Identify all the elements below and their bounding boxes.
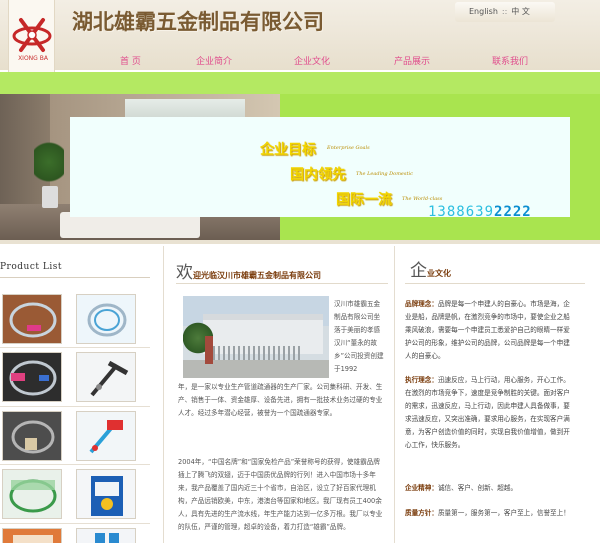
lang-english-link[interactable]: English	[469, 7, 498, 16]
culture-divider	[405, 283, 585, 284]
culture-brand-text: 品牌是每一个申建人的自豪心。市场是海，企业是船，品牌是帆，在激烈竞争的市场中，要…	[405, 300, 570, 360]
language-switcher: English:: 中 文	[455, 2, 555, 22]
culture-execution-text: 迅速反应，马上行动，用心服务，开心工作。在激烈的市场竞争下，速度是竞争制胜的关键…	[405, 376, 570, 449]
main-nav: 首 页 企业简介 企业文化 产品展示 联系我们	[60, 54, 600, 68]
column-divider-left	[163, 246, 164, 543]
nav-home[interactable]: 首 页	[120, 54, 141, 67]
slogan-domestic-en: The Leading Domestic	[356, 171, 413, 177]
logo-text: XIONG BA	[18, 55, 48, 62]
nav-culture[interactable]: 企业文化	[294, 54, 330, 67]
culture-big-char: 企	[410, 261, 427, 281]
intro-paragraph-1: 年，是一家以专业生产管道疏通器的生产厂家。公司集科研、开发、生产、销售于一体、资…	[178, 383, 383, 417]
nav-products[interactable]: 产品展示	[394, 54, 430, 67]
hero-banner: 企业目标 Enterprise Goals 国内领先 The Leading D…	[0, 72, 600, 240]
phone-number: 13886392222	[428, 204, 532, 220]
product-list-sidebar: Product List	[0, 244, 160, 543]
intro-side-text: 汉川市雄霸五金制品有限公司坐落于美丽的孝感汉川“董永的故乡”公司投资创建于199…	[334, 300, 384, 373]
product-thumb-1[interactable]	[2, 294, 62, 344]
phone-part-1: 1388639	[428, 204, 495, 220]
product-thumb-4[interactable]	[76, 352, 136, 402]
product-thumb-7[interactable]	[2, 469, 62, 519]
slogan-goal-en: Enterprise Goals	[327, 145, 370, 151]
welcome-heading: 欢迎光临汉川市雄霸五金制品有限公司	[176, 258, 321, 283]
culture-spirit-label: 企业精神：	[405, 484, 438, 492]
logo[interactable]: XIONG BA	[8, 0, 55, 78]
factory-photo	[183, 296, 329, 378]
phone-part-2: 2222	[494, 204, 532, 220]
culture-quality-label: 质量方针：	[405, 509, 438, 517]
culture-spirit-text: 诚信、客户、创新、超越。	[437, 484, 518, 492]
banner-top-band	[0, 72, 600, 94]
company-name: 湖北雄霸五金制品有限公司	[72, 9, 324, 34]
slogan-world-en: The World-class	[402, 196, 443, 202]
slogan-goal: 企业目标	[260, 142, 316, 158]
slogan-domestic: 国内领先	[290, 167, 346, 183]
culture-brand-label: 品牌理念：	[405, 300, 438, 308]
product-thumb-3[interactable]	[2, 352, 62, 402]
site-header: XIONG BA 湖北雄霸五金制品有限公司 English:: 中 文 首 页 企…	[0, 0, 600, 78]
column-divider-right	[394, 246, 395, 543]
product-thumb-2[interactable]	[76, 294, 136, 344]
culture-quality-text: 质量第一，服务第一，客户至上，信誉至上！	[437, 509, 570, 517]
product-thumb-5[interactable]	[2, 411, 62, 461]
culture-spirit: 企业精神：诚信、客户、创新、超越。	[405, 482, 570, 495]
product-thumb-9[interactable]	[2, 528, 62, 543]
culture-execution-label: 执行理念：	[405, 376, 438, 384]
product-list-divider	[0, 277, 150, 278]
slogan-panel: 企业目标 Enterprise Goals 国内领先 The Leading D…	[70, 117, 570, 217]
culture-execution: 执行理念：迅速反应，马上行动，用心服务，开心工作。在激烈的市场竞争下，速度是竞争…	[405, 374, 570, 452]
welcome-divider	[176, 283, 388, 284]
product-thumb-8[interactable]	[76, 469, 136, 519]
culture-title: 业文化	[427, 269, 451, 278]
slogan-world: 国际一流	[336, 192, 392, 208]
culture-quality: 质量方针：质量第一，服务第一，客户至上，信誉至上！	[405, 507, 570, 520]
culture-heading: 企业文化	[410, 256, 451, 281]
culture-brand: 品牌理念：品牌是每一个申建人的自豪心。市场是海，企业是船，品牌是帆，在激烈竞争的…	[405, 298, 570, 363]
lang-chinese-link[interactable]: 中 文	[511, 7, 530, 16]
product-thumb-6[interactable]	[76, 411, 136, 461]
product-thumb-10[interactable]	[76, 528, 136, 543]
logo-mark-icon	[12, 18, 52, 52]
nav-about[interactable]: 企业简介	[196, 54, 232, 67]
welcome-big-char: 欢	[176, 263, 193, 283]
intro-paragraph-2: 2004年，“中国名牌”和“国家免检产品”荣誉称号的获得，使雄霸品牌插上了腾飞的…	[178, 458, 383, 531]
lang-separator: ::	[501, 7, 508, 16]
product-list-title: Product List	[0, 262, 62, 272]
nav-contact[interactable]: 联系我们	[492, 54, 528, 67]
welcome-title: 迎光临汉川市雄霸五金制品有限公司	[193, 271, 321, 280]
